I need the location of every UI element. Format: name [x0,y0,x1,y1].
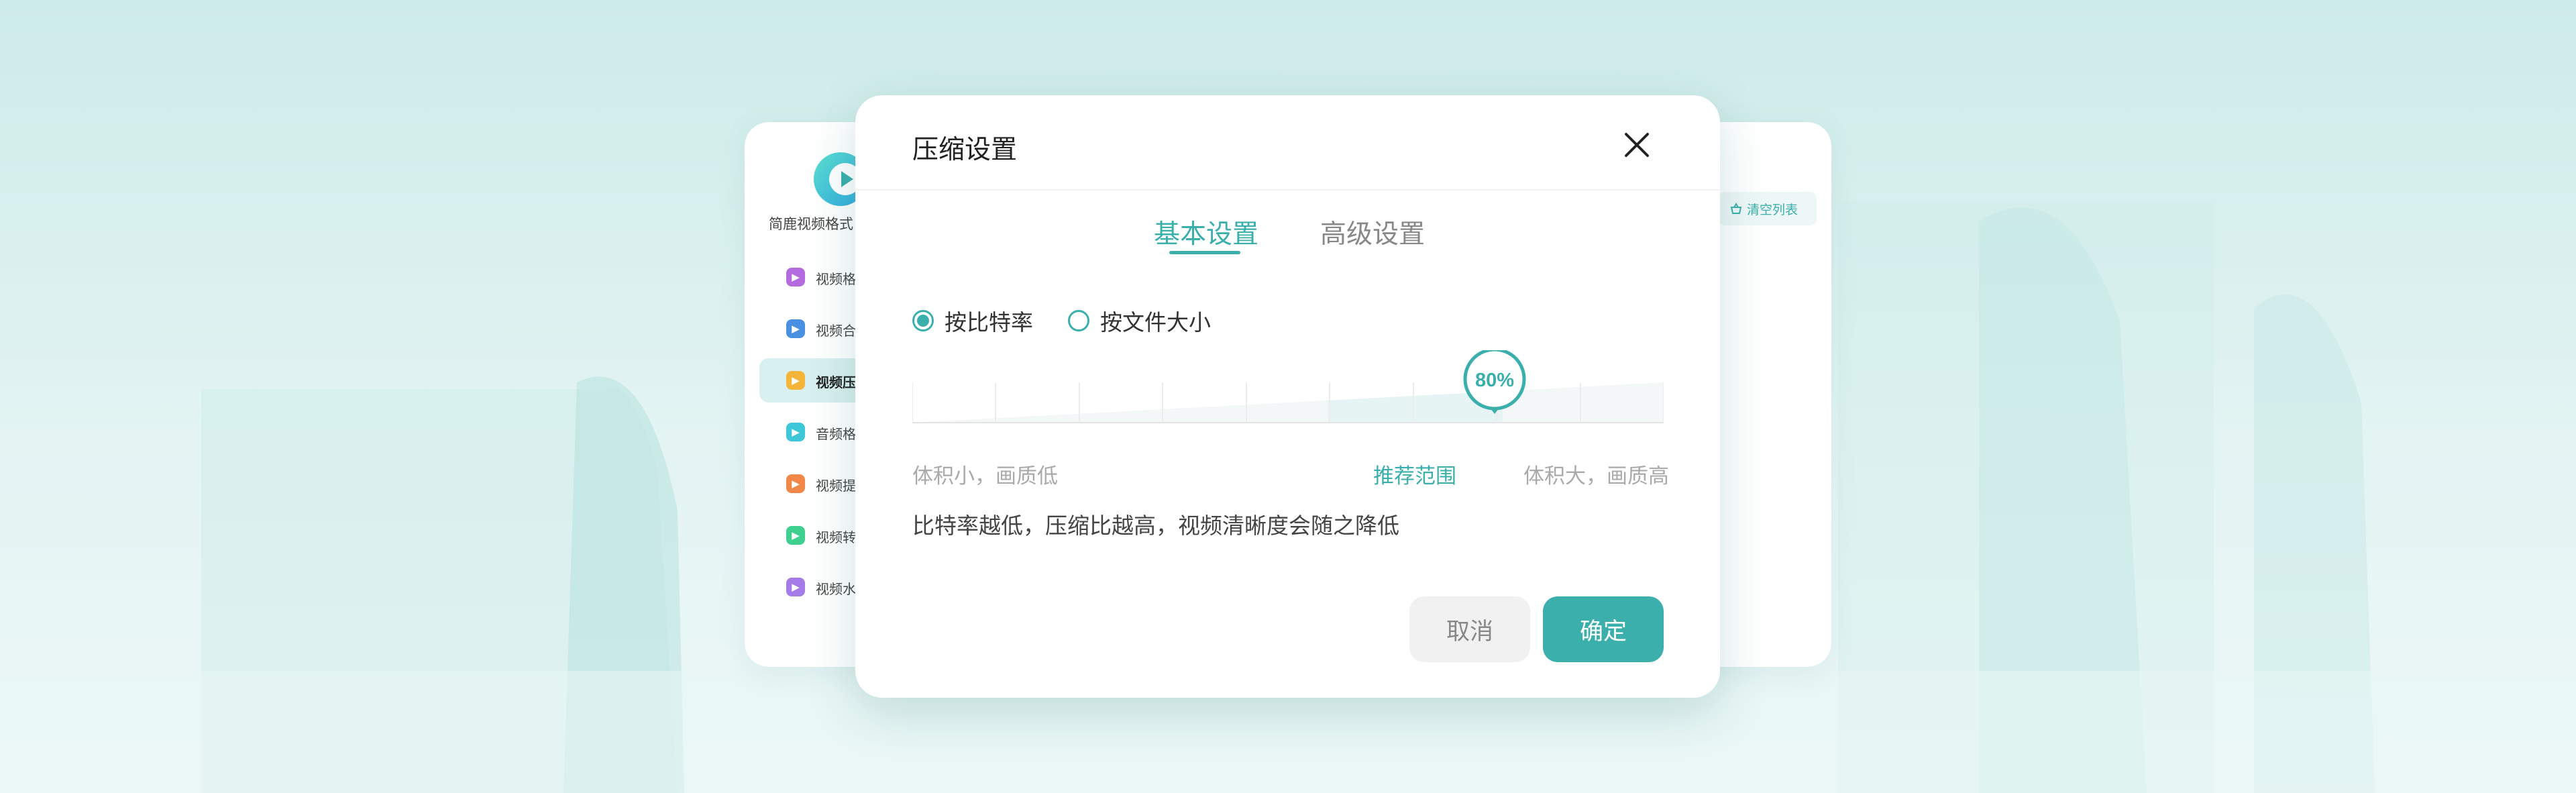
clear-list-label: 清空列表 [1747,202,1799,217]
app-name: 简鹿视频格式 [769,216,853,232]
slider-recommended-label: 推荐范围 [1373,464,1456,488]
basket-icon [1730,203,1742,214]
clear-list-button[interactable]: 清空列表 [1719,192,1817,225]
video-merge-icon: ▶ [786,319,805,338]
video-compress-icon: ▶ [786,371,805,390]
tab-basic-settings[interactable]: 基本设置 [1154,213,1258,251]
radio-by-file-size-label: 按文件大小 [1100,309,1211,335]
video-extract-icon: ▶ [786,474,805,493]
dialog-title: 压缩设置 [912,135,1018,165]
compression-settings-dialog: 压缩设置 基本设置 高级设置 按比特率 按文件大小 80% 体积小，画质低 推荐… [855,95,1720,698]
audio-format-icon: ▶ [786,423,805,441]
svg-text:80%: 80% [1475,370,1514,391]
video-watermark-icon: ▶ [786,578,805,596]
radio-by-file-size[interactable]: 按文件大小 [1068,305,1211,337]
bitrate-description: 比特率越低，压缩比越高，视频清晰度会随之降低 [912,513,1399,539]
radio-unchecked-icon [1068,310,1089,331]
confirm-button[interactable]: 确定 [1543,596,1664,662]
active-tab-indicator [1169,251,1240,254]
tab-advanced-settings[interactable]: 高级设置 [1320,213,1425,251]
slider-min-label: 体积小，画质低 [912,464,1058,488]
close-icon[interactable] [1619,127,1654,162]
title-divider [855,189,1720,191]
radio-checked-icon [912,310,934,331]
video-format-icon: ▶ [786,268,805,286]
cancel-button[interactable]: 取消 [1409,596,1530,662]
quality-slider[interactable]: 80% [912,350,1664,424]
radio-by-bitrate[interactable]: 按比特率 [912,305,1033,337]
slider-max-label: 体积大，画质高 [1523,464,1669,488]
video-to-gif-icon: ▶ [786,526,805,545]
radio-by-bitrate-label: 按比特率 [945,309,1033,335]
